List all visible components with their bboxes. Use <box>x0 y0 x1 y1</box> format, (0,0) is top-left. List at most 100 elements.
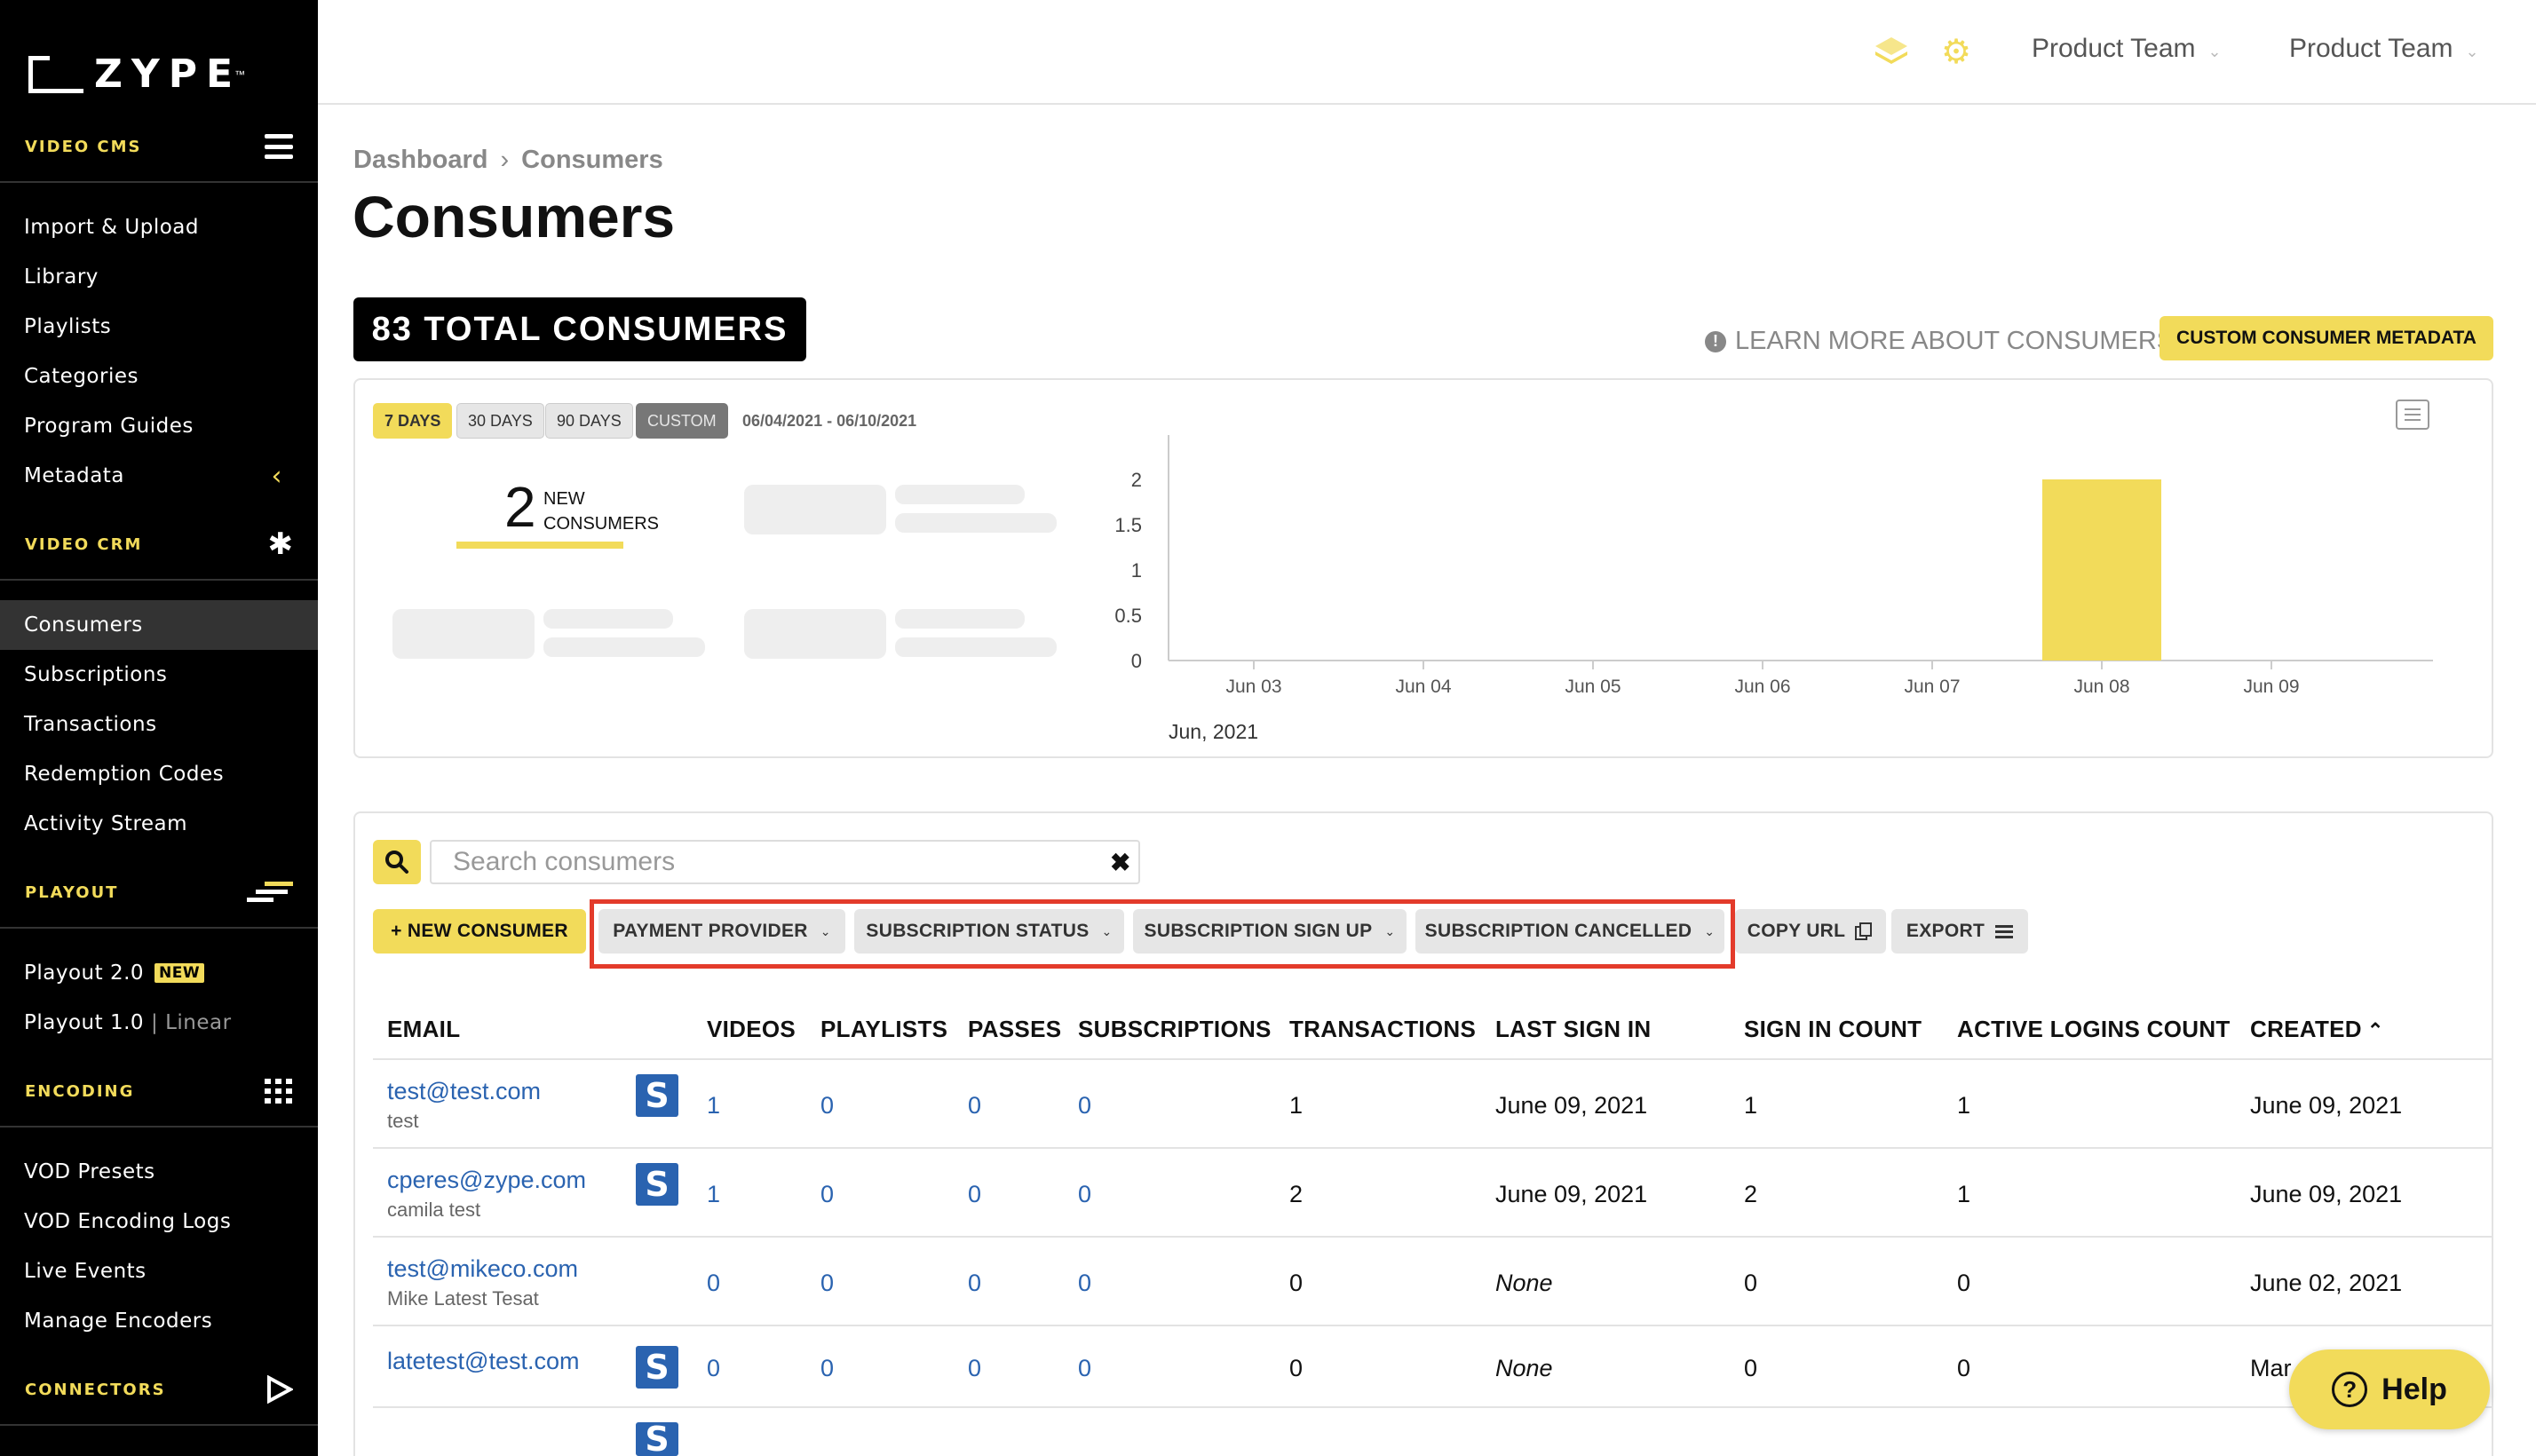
row-subscriptions[interactable]: 0 <box>1078 1270 1091 1297</box>
playout-icon <box>247 882 293 902</box>
col-videos[interactable]: VIDEOS <box>707 1016 796 1043</box>
team-switcher-2[interactable]: Product Team ⌄ <box>2289 34 2479 64</box>
col-transactions[interactable]: TRANSACTIONS <box>1289 1016 1476 1043</box>
skeleton-block <box>744 485 886 534</box>
help-button[interactable]: ? Help <box>2289 1349 2490 1429</box>
row-videos[interactable]: 0 <box>707 1270 720 1297</box>
row-divider <box>373 1406 2492 1408</box>
section-playout: PLAYOUT <box>0 858 318 929</box>
row-email[interactable]: cperes@zype.com <box>387 1167 586 1194</box>
stack-icon[interactable] <box>1872 34 1911 69</box>
sidebar-item-playout-2[interactable]: Playout 2.0 NEW <box>0 948 318 998</box>
search-input[interactable] <box>430 840 1140 884</box>
export-button[interactable]: EXPORT <box>1891 909 2028 954</box>
col-playlists[interactable]: PLAYLISTS <box>820 1016 947 1043</box>
row-videos[interactable]: 1 <box>707 1181 720 1208</box>
sidebar-item-library[interactable]: Library <box>0 252 318 302</box>
row-playlists[interactable]: 0 <box>820 1270 834 1297</box>
learn-more-link[interactable]: ! LEARN MORE ABOUT CONSUMERS <box>1705 327 2174 356</box>
breadcrumb: Dashboard › Consumers <box>353 146 663 175</box>
team-switcher-1[interactable]: Product Team ⌄ <box>2032 34 2222 64</box>
copy-url-button[interactable]: COPY URL <box>1735 909 1886 954</box>
sidebar-item-playout-1[interactable]: Playout 1.0 | Linear <box>0 998 318 1048</box>
col-passes[interactable]: PASSES <box>968 1016 1061 1043</box>
sidebar-item-vod-presets[interactable]: VOD Presets <box>0 1147 318 1197</box>
new-badge: NEW <box>155 963 205 983</box>
row-email[interactable]: test@test.com <box>387 1078 541 1105</box>
copy-icon <box>1855 922 1873 940</box>
top-bar: ⚙ Product Team ⌄ Product Team ⌄ <box>318 0 2536 105</box>
sidebar-item-playlists[interactable]: Playlists <box>0 302 318 352</box>
row-subscriptions[interactable]: 0 <box>1078 1092 1091 1120</box>
y-tick-label: 0.5 <box>1114 605 1142 627</box>
sidebar-item-redemption-codes[interactable]: Redemption Codes <box>0 749 318 799</box>
row-playlists[interactable]: 0 <box>820 1092 834 1120</box>
sidebar-item-live-events[interactable]: Live Events <box>0 1246 318 1296</box>
x-tick-label: Jun 03 <box>1225 677 1281 697</box>
sidebar-item-label: Playout 2.0 <box>24 961 145 985</box>
row-created: June 09, 2021 <box>2250 1092 2403 1119</box>
search-button[interactable] <box>373 840 421 884</box>
row-subscriptions[interactable]: 0 <box>1078 1181 1091 1208</box>
hamburger-icon[interactable] <box>265 134 293 159</box>
sidebar-item-consumers[interactable]: Consumers <box>0 600 318 650</box>
row-email[interactable]: latetest@test.com <box>387 1348 580 1375</box>
asterisk-icon: ✱ <box>267 527 294 561</box>
y-tick-label: 0 <box>1131 650 1142 672</box>
range-30-days-button[interactable]: 30 DAYS <box>456 403 544 439</box>
row-email[interactable]: test@mikeco.com <box>387 1255 578 1283</box>
row-last-sign-in: June 09, 2021 <box>1495 1181 1648 1207</box>
list-icon <box>1995 925 2014 938</box>
sidebar-item-import-upload[interactable]: Import & Upload <box>0 202 318 252</box>
sidebar-item-categories[interactable]: Categories <box>0 352 318 401</box>
range-custom-button[interactable]: CUSTOM <box>636 403 728 439</box>
total-consumers-badge: 83 TOTAL CONSUMERS <box>353 297 806 361</box>
range-7-days-button[interactable]: 7 DAYS <box>373 403 453 439</box>
row-created: Mar <box>2250 1355 2292 1381</box>
row-videos[interactable]: 0 <box>707 1355 720 1382</box>
row-passes[interactable]: 0 <box>968 1355 981 1382</box>
col-created[interactable]: CREATED ⌃ <box>2250 1016 2384 1043</box>
sidebar-item-program-guides[interactable]: Program Guides <box>0 401 318 451</box>
range-90-days-button[interactable]: 90 DAYS <box>545 403 633 439</box>
col-last-sign-in[interactable]: LAST SIGN IN <box>1495 1016 1652 1043</box>
row-last-sign-in: None <box>1495 1355 1553 1381</box>
custom-consumer-metadata-button[interactable]: CUSTOM CONSUMER METADATA <box>2160 316 2493 360</box>
clear-search-icon[interactable]: ✖ <box>1110 848 1130 877</box>
skeleton-line <box>895 513 1057 533</box>
sidebar-item-metadata[interactable]: Metadata ‹ <box>0 451 318 501</box>
skeleton-line <box>543 637 705 657</box>
row-subscriptions[interactable]: 0 <box>1078 1355 1091 1382</box>
sort-asc-icon: ⌃ <box>2366 1019 2384 1041</box>
col-email[interactable]: EMAIL <box>387 1016 460 1043</box>
sidebar-item-activity-stream[interactable]: Activity Stream <box>0 799 318 849</box>
sidebar-item-vod-encoding-logs[interactable]: VOD Encoding Logs <box>0 1197 318 1246</box>
skeleton-block <box>392 609 535 659</box>
sidebar-item-subscriptions[interactable]: Subscriptions <box>0 650 318 700</box>
date-range: 06/04/2021 - 06/10/2021 <box>742 412 917 430</box>
gears-icon[interactable]: ⚙ <box>1941 32 1971 72</box>
sidebar-item-manage-encoders[interactable]: Manage Encoders <box>0 1296 318 1346</box>
row-videos[interactable]: 1 <box>707 1092 720 1120</box>
row-playlists[interactable]: 0 <box>820 1355 834 1382</box>
help-label: Help <box>2381 1372 2447 1406</box>
breadcrumb-dashboard[interactable]: Dashboard <box>353 146 487 174</box>
col-active-logins-count[interactable]: ACTIVE LOGINS COUNT <box>1957 1016 2231 1043</box>
y-tick-label: 1 <box>1131 559 1142 582</box>
col-sign-in-count[interactable]: SIGN IN COUNT <box>1744 1016 1922 1043</box>
x-tick-label: Jun 09 <box>2243 677 2299 697</box>
row-playlists[interactable]: 0 <box>820 1181 834 1208</box>
col-subscriptions[interactable]: SUBSCRIPTIONS <box>1078 1016 1272 1043</box>
y-tick-label: 2 <box>1131 469 1142 491</box>
row-transactions: 1 <box>1289 1092 1304 1119</box>
row-passes[interactable]: 0 <box>968 1270 981 1297</box>
chevron-left-icon[interactable]: ‹ <box>272 461 283 492</box>
row-passes[interactable]: 0 <box>968 1092 981 1120</box>
sidebar-item-transactions[interactable]: Transactions <box>0 700 318 749</box>
chevron-down-icon: ⌄ <box>2465 43 2479 60</box>
zype-logo[interactable]: ZYPE ™ <box>28 51 245 97</box>
row-passes[interactable]: 0 <box>968 1181 981 1208</box>
new-consumer-button[interactable]: + NEW CONSUMER <box>373 909 586 954</box>
skeleton-line <box>895 485 1025 504</box>
kpi-label-line2: CONSUMERS <box>543 514 660 534</box>
